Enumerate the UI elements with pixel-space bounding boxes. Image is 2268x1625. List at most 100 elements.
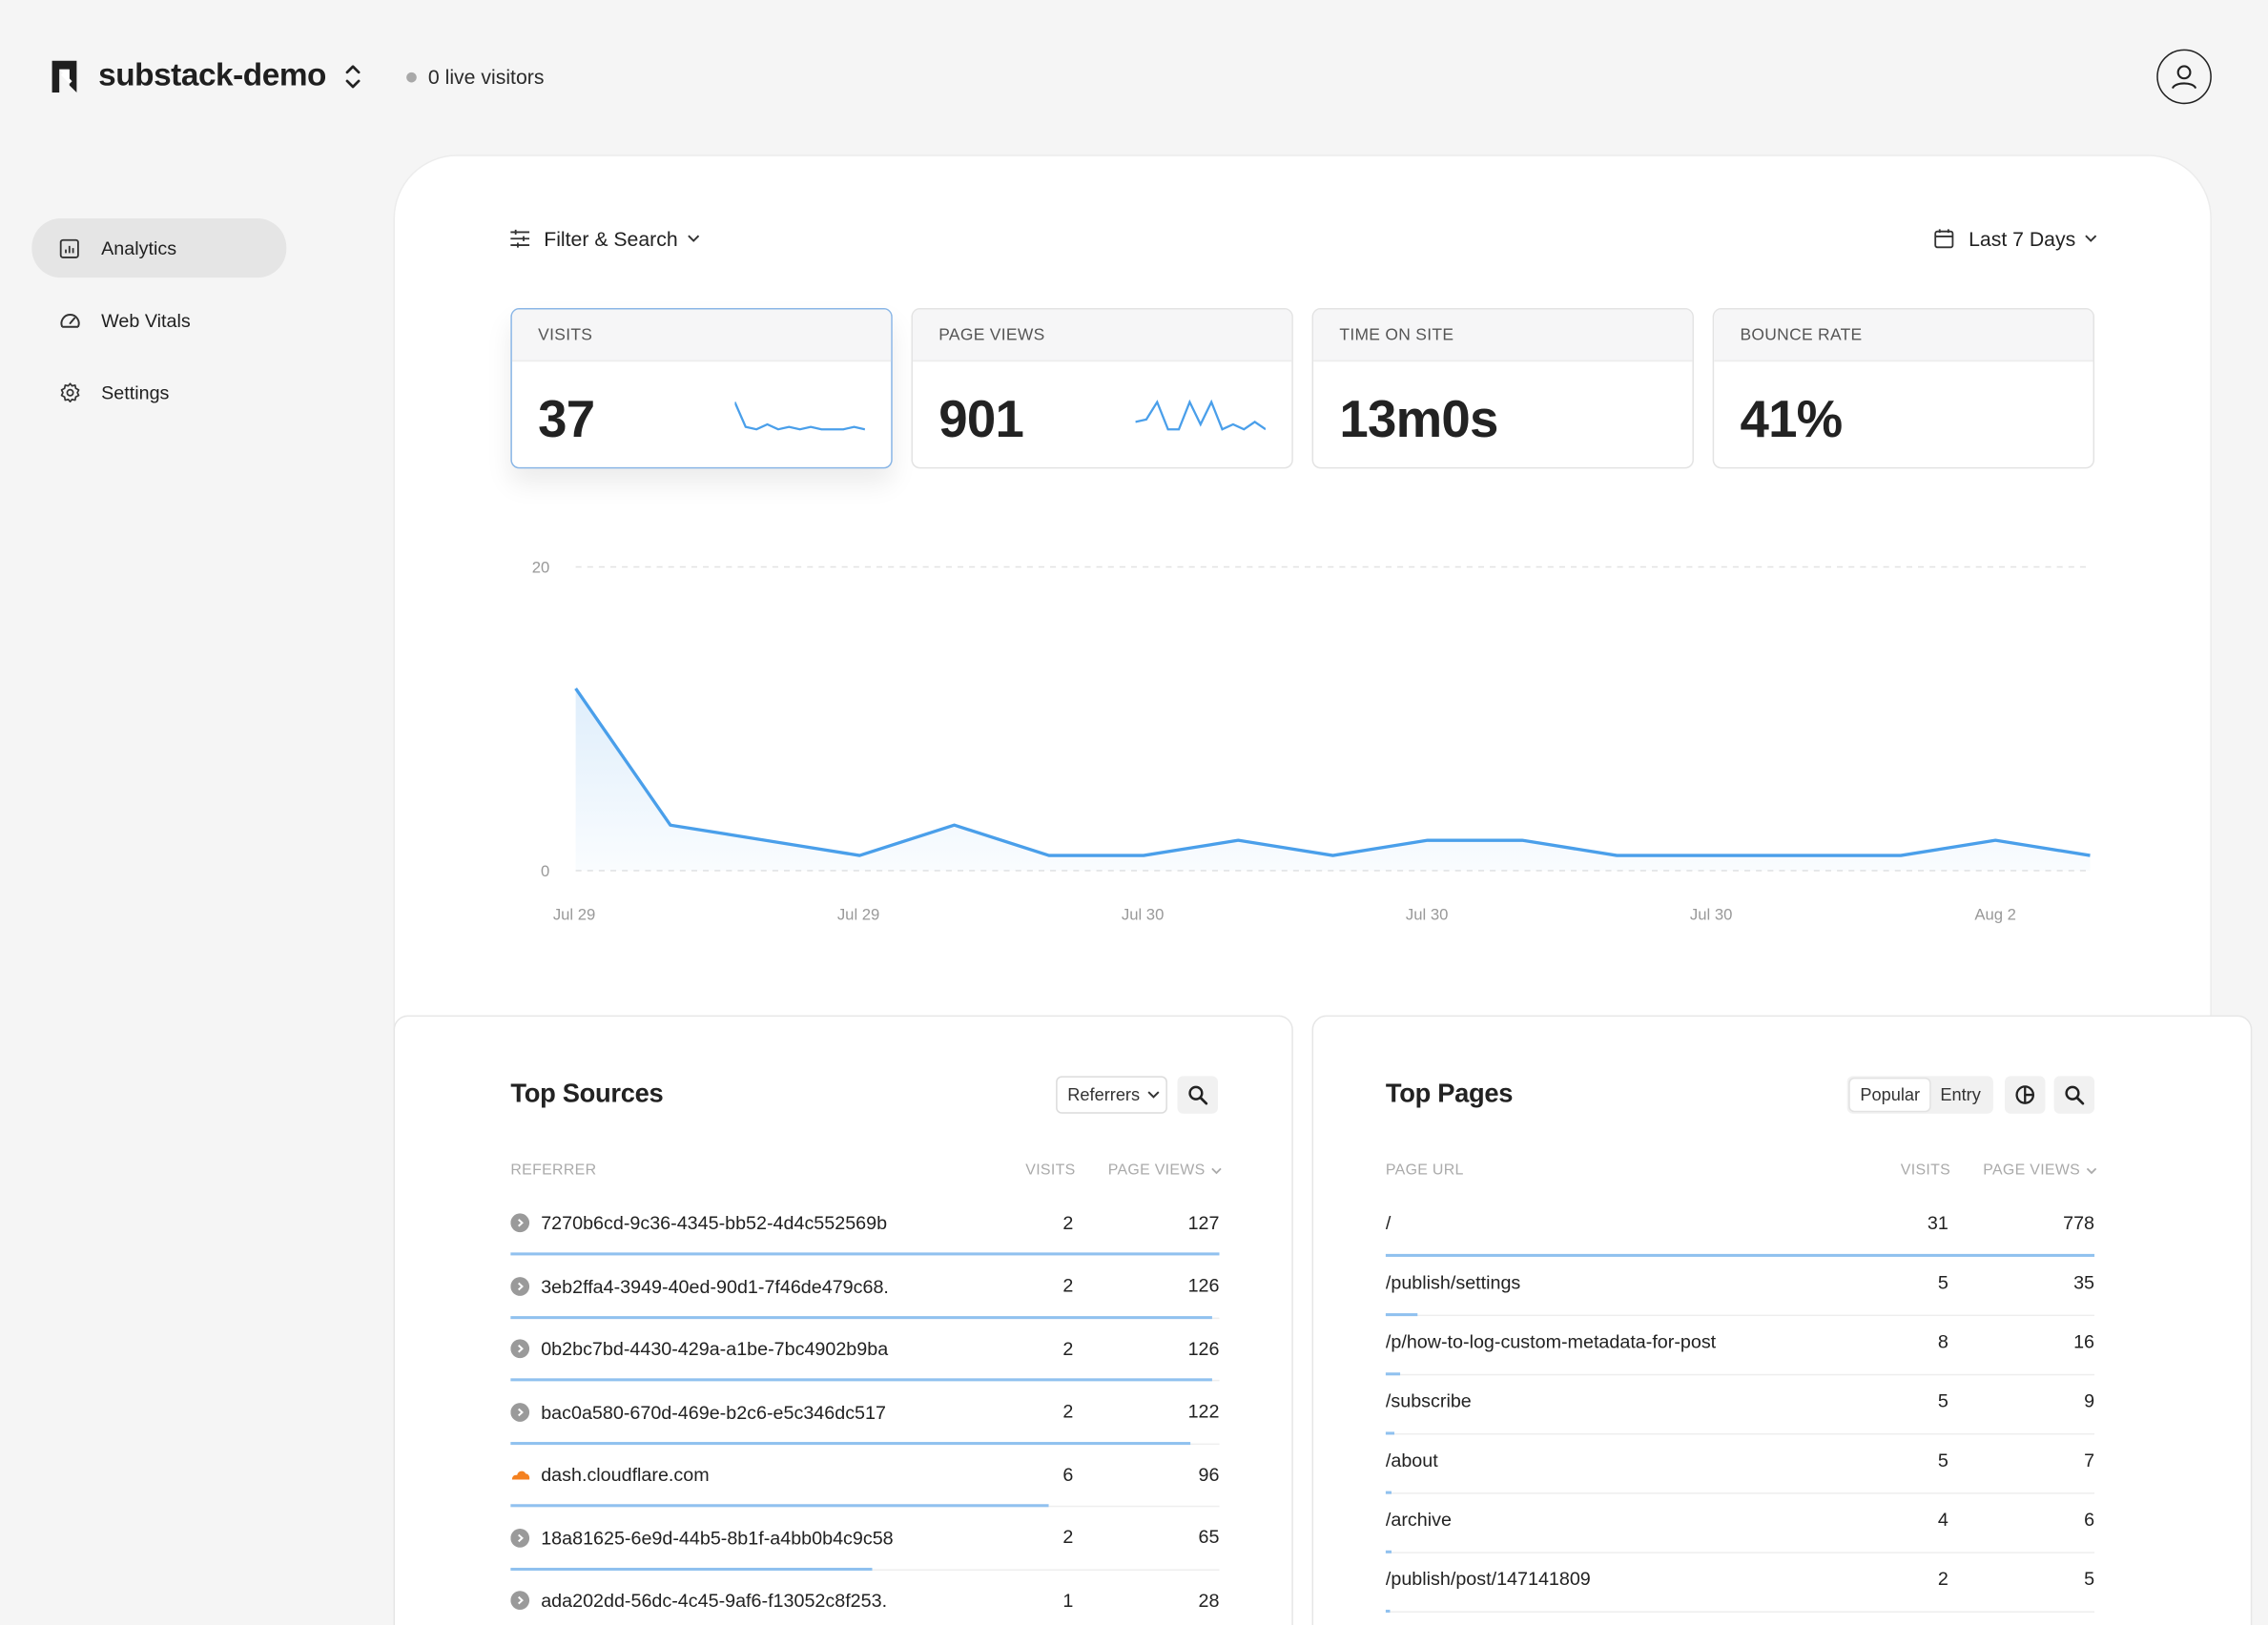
row-page-views: 65 xyxy=(1198,1526,1220,1549)
logo-icon[interactable] xyxy=(50,58,81,95)
column-header-visits[interactable]: VISITS xyxy=(1025,1162,1075,1179)
row-name: 18a81625-6e9d-44b5-8b1f-a4bb0b4c9c58 xyxy=(510,1508,900,1568)
gauge-icon xyxy=(58,309,81,332)
row-name: /publish/post/147141809 xyxy=(1386,1551,1776,1607)
chevron-up-down-icon[interactable] xyxy=(341,62,364,91)
row-share-bar xyxy=(510,1441,1191,1445)
kpi-card-bounce-rate[interactable]: BOUNCE RATE 41% xyxy=(1712,308,2095,469)
sidebar-item-analytics[interactable]: Analytics xyxy=(31,218,287,278)
row-visits: 5 xyxy=(1937,1270,1948,1293)
table-row[interactable]: dash.cloudflare.com 6 96 xyxy=(510,1445,1220,1508)
row-label: /publish/post/147141809 xyxy=(1385,1567,1591,1590)
column-header-page-views[interactable]: PAGE VIEWS xyxy=(1983,1162,2097,1179)
column-header-label: PAGE VIEWS xyxy=(1983,1161,2081,1180)
row-page-views: 127 xyxy=(1187,1211,1220,1234)
tab-entry[interactable]: Entry xyxy=(1930,1079,1991,1110)
filter-search-label: Filter & Search xyxy=(544,227,678,251)
row-name: /p/how-to-log-custom-metadata-for-post xyxy=(1386,1313,1776,1369)
table-row[interactable]: /publish/post/147141809 2 5 xyxy=(1385,1551,2095,1614)
row-share-bar xyxy=(510,1567,873,1571)
column-header-visits[interactable]: VISITS xyxy=(1901,1162,1950,1179)
user-avatar[interactable] xyxy=(2156,49,2212,105)
row-share-bar xyxy=(510,1378,1213,1382)
row-name: bac0a580-670d-469e-b2c6-e5c346dc517 xyxy=(510,1382,900,1442)
table-row[interactable]: /publish/settings 5 35 xyxy=(1385,1254,2095,1317)
row-visits: 2 xyxy=(1062,1337,1074,1360)
referrers-select-value: Referrers xyxy=(1067,1084,1141,1105)
row-name: / xyxy=(1386,1195,1776,1251)
row-label: / xyxy=(1385,1211,1392,1234)
filter-search-button[interactable]: Filter & Search xyxy=(509,227,712,250)
row-page-views: 6 xyxy=(2084,1508,2095,1530)
calendar-icon xyxy=(1934,229,1954,249)
table-row[interactable]: 18a81625-6e9d-44b5-8b1f-a4bb0b4c9c58 2 65 xyxy=(510,1508,1220,1571)
row-visits: 5 xyxy=(1937,1448,1948,1471)
row-name: /publish/settings xyxy=(1386,1254,1776,1310)
referrer-icon xyxy=(510,1339,530,1359)
sidebar-item-settings[interactable]: Settings xyxy=(31,363,286,422)
table-row[interactable]: /p/how-to-log-custom-metadata-for-post 8 1… xyxy=(1385,1313,2095,1376)
kpi-label: PAGE VIEWS xyxy=(912,309,1292,362)
row-share-bar xyxy=(510,1504,1050,1508)
top-sources-title: Top Sources xyxy=(510,1079,664,1108)
date-range-button[interactable]: Last 7 Days xyxy=(1934,227,2097,250)
site-name[interactable]: substack-demo xyxy=(98,56,326,93)
row-visits: 1 xyxy=(1062,1589,1074,1612)
gear-icon xyxy=(58,381,81,404)
sources-search-button[interactable] xyxy=(1177,1076,1218,1114)
column-header-page-views[interactable]: PAGE VIEWS xyxy=(1108,1162,1223,1179)
table-row[interactable]: ada202dd-56dc-4c45-9af6-f13052c8f253. 1 28 xyxy=(510,1571,1219,1625)
row-visits: 8 xyxy=(1937,1329,1948,1352)
app-root: substack-demo 0 live visitors Analytics … xyxy=(0,0,2268,1625)
row-label: dash.cloudflare.com xyxy=(541,1464,710,1486)
row-name: /subscribe xyxy=(1386,1372,1776,1429)
row-visits: 2 xyxy=(1062,1400,1074,1423)
row-visits: 5 xyxy=(1937,1388,1948,1411)
pages-chart-toggle-button[interactable] xyxy=(2005,1076,2046,1114)
kpi-card-page-views[interactable]: PAGE VIEWS 901 xyxy=(911,308,1293,469)
row-visits: 31 xyxy=(1927,1211,1948,1233)
row-label: /subscribe xyxy=(1385,1389,1472,1412)
sliders-icon xyxy=(510,229,530,248)
referrers-select[interactable]: Referrers xyxy=(1056,1076,1167,1114)
sidebar-item-web-vitals[interactable]: Web Vitals xyxy=(31,291,286,350)
kpi-value: 41% xyxy=(1740,388,1843,449)
row-label: /publish/settings xyxy=(1385,1271,1521,1293)
page-views-sparkline xyxy=(1135,399,1267,431)
row-name: dash.cloudflare.com xyxy=(510,1445,900,1505)
tab-popular[interactable]: Popular xyxy=(1849,1079,1930,1111)
table-row[interactable]: bac0a580-670d-469e-b2c6-e5c346dc517 2 122 xyxy=(510,1382,1220,1445)
row-page-views: 96 xyxy=(1198,1463,1220,1486)
row-visits: 2 xyxy=(1062,1274,1074,1297)
row-visits: 4 xyxy=(1937,1508,1948,1530)
row-page-views: 16 xyxy=(2073,1329,2095,1352)
date-range-label: Last 7 Days xyxy=(1969,227,2076,251)
table-row[interactable]: / 31 778 xyxy=(1385,1195,2095,1257)
kpi-card-time-on-site[interactable]: TIME ON SITE 13m0s xyxy=(1311,308,1694,469)
kpi-value: 37 xyxy=(538,388,595,449)
table-row[interactable]: /subscribe 5 9 xyxy=(1385,1372,2095,1435)
x-tick-label: Jul 29 xyxy=(553,906,596,924)
table-row[interactable]: /archive 4 6 xyxy=(1385,1491,2095,1553)
sparkline-line xyxy=(1135,399,1267,431)
visits-chart[interactable]: 20 0 Jul 29 Jul 29 Jul 30 Jul 30 Jul 30 Aug 2 xyxy=(509,546,2100,936)
kpi-card-visits[interactable]: VISITS 37 xyxy=(510,308,893,469)
row-visits: 2 xyxy=(1937,1567,1948,1589)
referrer-icon xyxy=(510,1276,530,1296)
row-label: /about xyxy=(1385,1449,1438,1471)
y-tick-label: 20 xyxy=(532,559,550,577)
x-tick-label: Jul 30 xyxy=(1406,906,1449,924)
referrer-icon xyxy=(510,1213,530,1233)
pages-search-button[interactable] xyxy=(2053,1076,2095,1114)
table-row[interactable]: 3eb2ffa4-3949-40ed-90d1-7f46de479c68. 2 12… xyxy=(510,1256,1220,1319)
cloudflare-icon xyxy=(511,1471,530,1480)
row-label: 3eb2ffa4-3949-40ed-90d1-7f46de479c68. xyxy=(541,1275,889,1298)
referrer-icon xyxy=(510,1402,530,1422)
row-page-views: 126 xyxy=(1187,1337,1220,1360)
referrer-icon xyxy=(510,1591,530,1611)
table-row[interactable]: 7270b6cd-9c36-4345-bb52-4d4c552569b 2 127 xyxy=(510,1193,1220,1256)
table-row[interactable]: 0b2bc7bd-4430-429a-a1be-7bc4902b9ba 2 126 xyxy=(510,1319,1220,1382)
table-row[interactable]: /about 5 7 xyxy=(1385,1431,2095,1494)
sparkline-line xyxy=(734,401,865,431)
column-header-page-url: PAGE URL xyxy=(1385,1161,1464,1180)
